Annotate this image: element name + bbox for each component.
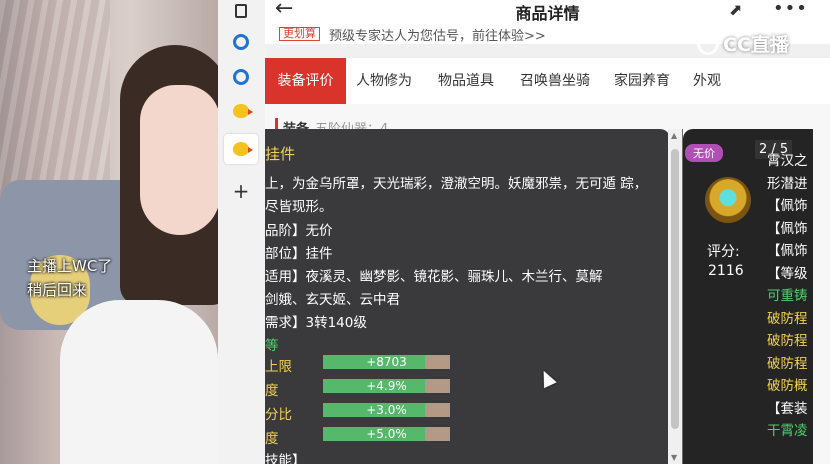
tab-appearance[interactable]: 外观 — [689, 58, 725, 104]
top-bar: ← 商品详情 ⬈ ••• — [265, 0, 830, 24]
attr-bar: +3.0% — [323, 403, 450, 417]
attr-label: 分比 — [265, 407, 292, 423]
card-line: 【佩饰 — [767, 243, 808, 259]
ie-icon[interactable] — [230, 31, 252, 53]
attr-value: +4.9% — [366, 379, 407, 393]
card-line: 【等级 — [767, 265, 808, 282]
price-badge: 无价 — [685, 144, 723, 162]
attr-value: +8703 — [366, 355, 407, 369]
curtain — [0, 0, 110, 190]
cc-logo-icon — [697, 32, 719, 55]
webcam-view: 主播上WC了 稍后回来 — [0, 0, 218, 464]
tooltip-line: 品阶】无价 — [265, 223, 333, 239]
scroll-down-icon[interactable]: ▼ — [671, 453, 677, 462]
tooltip-description: 上，为金乌所罩，天光瑞彩，澄澈空明。妖魔邪祟，无可遁 踪，尽皆现形。 — [265, 176, 648, 215]
category-tabs: 装备评价 人物修为 物品道具 召唤兽坐骑 家园养育 外观 — [265, 58, 830, 105]
attr-label: 度 — [265, 431, 279, 447]
page-title: 商品详情 — [515, 4, 580, 23]
scroll-up-icon[interactable]: ▲ — [671, 131, 677, 140]
card-line: 干霄凌 — [767, 423, 808, 439]
attr-label: 度 — [265, 383, 279, 399]
chick-icon[interactable] — [230, 100, 253, 122]
tab-items[interactable]: 物品道具 — [431, 58, 501, 104]
streamer-shirt — [60, 300, 218, 464]
share-icon[interactable]: ⬈ — [729, 0, 742, 19]
plus-icon[interactable]: + — [230, 179, 252, 203]
item-tooltip: 挂件 上，为金乌所罩，天光瑞彩，澄澈空明。妖魔邪祟，无可遁 踪，尽皆现形。 品阶… — [265, 129, 670, 464]
cam-note-line-1: 主播上WC了 — [27, 257, 113, 275]
attr-value: +3.0% — [366, 403, 407, 417]
tooltip-item-name: 挂件 — [265, 145, 296, 163]
notice-badge: 更划算 — [279, 27, 320, 41]
card-line: 破防程 — [767, 355, 808, 372]
attr-label: 上限 — [265, 359, 292, 375]
watermark-text: CC直播 — [723, 34, 789, 56]
card-line: 形潜进 — [767, 175, 808, 192]
attr-bar: +8703 — [323, 355, 450, 369]
attr-bar: +5.0% — [323, 427, 450, 441]
card-line: 【佩饰 — [767, 198, 808, 214]
notice-text[interactable]: 预级专家达人为您估号，前往体验>> — [329, 25, 546, 44]
score-value: 2116 — [708, 263, 744, 279]
tooltip-line: 剑娥、玄天姬、云中君 — [265, 292, 400, 308]
card-line: 【佩饰 — [767, 220, 808, 237]
tooltip-line: 需求】3转140级 — [265, 315, 367, 331]
score-label: 评分: — [707, 244, 740, 260]
tooltip-line: 技能】 — [265, 453, 306, 464]
cam-overlay-note: 主播上WC了 稍后回来 — [27, 254, 112, 302]
product-detail-page: ← 商品详情 ⬈ ••• 更划算 预级专家达人为您估号，前往体验>> 装备评价 … — [265, 0, 830, 464]
card-line: 霄汉之 — [767, 153, 808, 169]
tooltip-line: 适用】夜溪灵、幽梦影、镜花影、骊珠儿、木兰行、莫解 — [265, 269, 603, 285]
streamer-face — [140, 85, 218, 235]
cam-note-line-2: 稍后回来 — [27, 281, 88, 299]
card-line: 【套装 — [767, 400, 808, 417]
gem-icon — [705, 177, 751, 223]
card-line: 破防程 — [767, 310, 808, 327]
ie-icon[interactable] — [230, 66, 252, 88]
tab-summons[interactable]: 召唤兽坐骑 — [513, 58, 597, 104]
tab-character[interactable]: 人物修为 — [351, 58, 417, 104]
tooltip-scrollbar[interactable]: ▲ ▼ — [668, 129, 682, 464]
browser-tab-strip: + — [218, 0, 266, 464]
card-line: 破防概 — [767, 378, 808, 394]
more-icon[interactable]: ••• — [773, 0, 808, 19]
scroll-thumb[interactable] — [671, 149, 679, 429]
tab-home[interactable]: 家园养育 — [609, 58, 675, 104]
card-line: 可重铸 — [767, 288, 808, 304]
tooltip-line: 部位】挂件 — [265, 246, 333, 262]
tabs-icon[interactable] — [230, 0, 252, 22]
cc-live-watermark: CC直播 — [697, 30, 789, 57]
item-card: 无价 2 / 5 评分: 2116 霄汉之 形潜进 【佩饰 【佩饰 【佩饰 【等级 可重铸破… — [683, 129, 813, 464]
tooltip-green-label: 等 — [265, 338, 279, 354]
chick-icon[interactable] — [224, 134, 258, 164]
attr-value: +5.0% — [366, 427, 407, 441]
attr-bar: +4.9% — [323, 379, 450, 393]
tab-equipment-review[interactable]: 装备评价 — [265, 58, 346, 104]
card-line: 破防程 — [767, 333, 808, 349]
